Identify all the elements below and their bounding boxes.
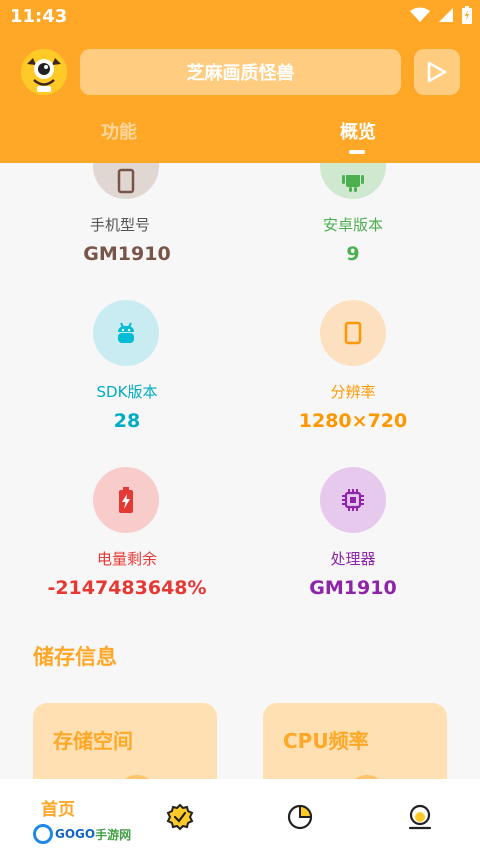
cpu-frequency-card-title: CPU频率 xyxy=(283,729,369,753)
battery-icon xyxy=(119,487,133,513)
chip-icon xyxy=(342,489,364,511)
status-bar: 11:43 xyxy=(0,0,480,34)
app-header: 11:43 芝麻画质怪兽 功能 概览 xyxy=(0,0,480,163)
sdk-version-icon-circle xyxy=(93,300,159,366)
storage-space-card[interactable]: 存储空间 xyxy=(33,703,217,779)
profile-icon[interactable] xyxy=(406,803,434,831)
battery-status-icon xyxy=(462,6,472,24)
android-version-icon-circle xyxy=(320,163,386,199)
overview-content[interactable]: 手机型号 GM1910 安卓版本 9 SDK版本 28 分辨率 1280×720 xyxy=(0,163,480,779)
watermark-logo-icon xyxy=(33,824,53,844)
sdk-version-value: 28 xyxy=(113,410,141,432)
app-logo-avatar[interactable] xyxy=(21,49,67,95)
tab-overview[interactable]: 概览 xyxy=(340,118,376,144)
resolution-value: 1280×720 xyxy=(298,410,408,432)
sdk-version-label: SDK版本 xyxy=(96,383,158,401)
signal-icon xyxy=(439,8,453,22)
nav-home[interactable]: 首页 xyxy=(41,795,75,820)
app-title-button[interactable]: 芝麻画质怪兽 xyxy=(80,49,401,95)
watermark-text-a: GOGO xyxy=(55,827,96,841)
storage-section-title: 储存信息 xyxy=(33,645,117,669)
device-model-value: GM1910 xyxy=(83,243,171,265)
processor-value: GM1910 xyxy=(309,577,397,599)
device-model-icon-circle xyxy=(93,163,159,199)
battery-value: -2147483648% xyxy=(47,577,207,599)
android-icon xyxy=(342,175,364,192)
pie-chart-icon[interactable] xyxy=(286,803,314,831)
play-button[interactable] xyxy=(414,49,460,95)
active-tab-indicator xyxy=(349,150,365,154)
status-icons xyxy=(410,6,472,24)
resolution-label: 分辨率 xyxy=(330,383,376,401)
processor-label: 处理器 xyxy=(330,550,376,568)
android-robot-icon xyxy=(118,322,134,343)
resolution-icon-circle xyxy=(320,300,386,366)
app-title: 芝麻画质怪兽 xyxy=(186,63,295,84)
tab-features[interactable]: 功能 xyxy=(101,118,137,144)
check-badge-icon[interactable] xyxy=(166,803,194,831)
play-store-icon xyxy=(427,61,447,83)
device-model-label: 手机型号 xyxy=(89,216,150,234)
phone-icon xyxy=(117,168,135,194)
processor-icon-circle xyxy=(320,467,386,533)
battery-label: 电量剩余 xyxy=(96,550,157,568)
android-version-label: 安卓版本 xyxy=(322,216,383,234)
screen-icon xyxy=(344,321,362,345)
storage-space-card-title: 存储空间 xyxy=(53,729,133,753)
status-time: 11:43 xyxy=(10,6,68,27)
android-version-value: 9 xyxy=(346,243,360,265)
monster-logo-icon xyxy=(21,49,67,95)
cpu-frequency-card[interactable]: CPU频率 xyxy=(263,703,447,779)
battery-icon-circle xyxy=(93,467,159,533)
site-watermark: GOGO 手游网 xyxy=(33,823,131,845)
watermark-text-b: 手游网 xyxy=(95,827,132,842)
bottom-navigation: 首页 GOGO 手游网 xyxy=(0,779,480,853)
wifi-icon xyxy=(410,7,430,22)
